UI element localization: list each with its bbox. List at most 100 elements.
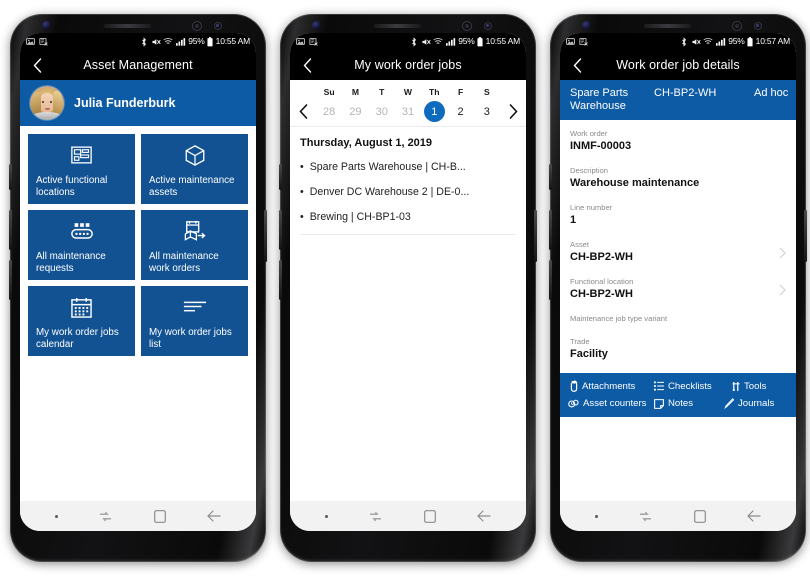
back-button-3[interactable] [566, 50, 588, 80]
calendar-day-6[interactable]: 3 [474, 106, 500, 118]
volume-up-button[interactable] [279, 164, 282, 190]
tile-area: Active functional locations Active maint… [20, 126, 256, 356]
calendar-day-0[interactable]: 28 [316, 106, 342, 118]
app-bar-3: Work order job details [560, 50, 796, 80]
phone-screen-1: 95% 10:55 AM Asset Management Julia Fund… [20, 33, 256, 531]
action-attachments[interactable]: Attachments [570, 380, 654, 392]
back-button-2[interactable] [296, 50, 318, 80]
checklist-icon [654, 381, 664, 391]
back-icon[interactable] [207, 510, 221, 522]
dow-sa: S [483, 87, 490, 97]
field-functional-location[interactable]: Functional location CH-BP2-WH [570, 276, 786, 301]
field-asset[interactable]: Asset CH-BP2-WH [570, 239, 786, 264]
earpiece-speaker [644, 24, 691, 28]
home-icon[interactable] [693, 509, 706, 523]
recents-icon[interactable] [99, 511, 112, 522]
phone-sensors [290, 18, 526, 34]
calendar-day-3[interactable]: 31 [395, 106, 421, 118]
list-item[interactable]: • Spare Parts Warehouse | CH-B... [300, 155, 516, 180]
calendar-next-week-button[interactable] [500, 104, 526, 119]
action-notes[interactable]: Notes [654, 398, 724, 409]
action-label: Journals [738, 398, 775, 409]
field-label: Functional location [570, 277, 634, 286]
field-label: Trade [570, 337, 590, 346]
home-icon[interactable] [423, 509, 436, 523]
iris-scanner-icon [192, 21, 202, 31]
tile-label: All maintenance work orders [149, 251, 219, 274]
nav-dot-indicator [594, 514, 598, 518]
tile-active-functional-locations[interactable]: Active functional locations [28, 134, 135, 204]
tile-my-work-order-jobs-list[interactable]: My work order jobs list [141, 286, 248, 356]
home-icon[interactable] [153, 509, 166, 523]
attachment-icon [570, 380, 578, 392]
page-title-2: My work order jobs [354, 58, 462, 72]
recents-icon[interactable] [369, 511, 382, 522]
image-icon [296, 37, 305, 46]
workorder-icon [149, 218, 240, 244]
action-label: Attachments [582, 380, 636, 392]
calendar-prev-week-button[interactable] [290, 104, 316, 119]
dow-fr: F [457, 87, 464, 97]
app-bar-2: My work order jobs [290, 50, 526, 80]
conveyor-icon [36, 218, 127, 244]
page-title-3: Work order job details [616, 58, 740, 72]
calendar-day-5[interactable]: 2 [447, 106, 473, 118]
volume-down-button[interactable] [9, 210, 12, 250]
back-icon[interactable] [477, 510, 491, 522]
phone3-content: Spare Parts Warehouse CH-BP2-WH Ad hoc W… [560, 80, 796, 531]
action-asset-counters[interactable]: Asset counters [568, 398, 654, 409]
volume-down-button[interactable] [549, 210, 552, 250]
assistant-button[interactable] [9, 260, 12, 300]
back-button-1[interactable] [26, 50, 48, 80]
tile-my-work-order-jobs-calendar[interactable]: My work order jobs calendar [28, 286, 135, 356]
phone-screen-2: 95% 10:55 AM My work order jobs Su M T W… [290, 33, 526, 531]
box-icon [149, 142, 240, 168]
tile-active-maintenance-assets[interactable]: Active maintenance assets [141, 134, 248, 204]
action-bar: Attachments Checklists Tools Asset count… [560, 373, 796, 417]
bluetooth-icon [680, 36, 688, 47]
volume-up-button[interactable] [9, 164, 12, 190]
phone-device-1: 95% 10:55 AM Asset Management Julia Fund… [9, 14, 267, 562]
power-button[interactable] [264, 210, 267, 262]
tile-label: All maintenance requests [36, 251, 106, 274]
tile-all-maintenance-requests[interactable]: All maintenance requests [28, 210, 135, 280]
recents-icon[interactable] [639, 511, 652, 522]
action-checklists[interactable]: Checklists [654, 381, 732, 392]
proximity-sensor-icon [484, 22, 492, 30]
dow-su: Su [323, 87, 335, 97]
assistant-button[interactable] [279, 260, 282, 300]
power-button[interactable] [804, 210, 807, 262]
volume-up-button[interactable] [549, 164, 552, 190]
action-tools[interactable]: Tools [732, 381, 766, 392]
calendar-day-1[interactable]: 29 [342, 106, 368, 118]
back-icon[interactable] [747, 510, 761, 522]
list-item[interactable]: • Brewing | CH-BP1-03 [300, 205, 516, 230]
action-journals[interactable]: Journals [724, 398, 774, 409]
journal-icon [724, 398, 734, 409]
tab-ad-hoc[interactable]: Ad hoc [754, 87, 788, 100]
dow-tu: T [379, 87, 385, 97]
power-button[interactable] [534, 210, 537, 262]
calendar-day-2[interactable]: 30 [369, 106, 395, 118]
chevron-right-icon [779, 284, 786, 296]
user-profile-banner[interactable]: Julia Funderburk [20, 80, 256, 126]
front-camera-icon [42, 21, 51, 30]
clock-label-1: 10:55 AM [215, 36, 251, 47]
iris-scanner-icon [462, 21, 472, 31]
field-value: 1 [570, 214, 577, 226]
assistant-button[interactable] [549, 260, 552, 300]
tab-spare-parts-warehouse[interactable]: Spare Parts Warehouse [570, 87, 632, 113]
tile-label: My work order jobs list [149, 327, 232, 350]
wifi-icon [703, 37, 713, 46]
status-bar-2: 95% 10:55 AM [290, 33, 526, 50]
tab-ch-bp2-wh[interactable]: CH-BP2-WH [654, 87, 732, 100]
calendar-week-strip: 28 29 30 31 1 2 3 [290, 97, 526, 127]
calendar-day-4-selected[interactable]: 1 [421, 101, 447, 122]
mute-icon [421, 37, 431, 47]
tile-all-maintenance-work-orders[interactable]: All maintenance work orders [141, 210, 248, 280]
battery-percent-label: 95% [458, 36, 475, 47]
volume-down-button[interactable] [279, 210, 282, 250]
calendar-icon [36, 294, 127, 320]
list-item[interactable]: • Denver DC Warehouse 2 | DE-0... [300, 180, 516, 205]
pivot-tabs: Spare Parts Warehouse CH-BP2-WH Ad hoc [560, 80, 796, 120]
